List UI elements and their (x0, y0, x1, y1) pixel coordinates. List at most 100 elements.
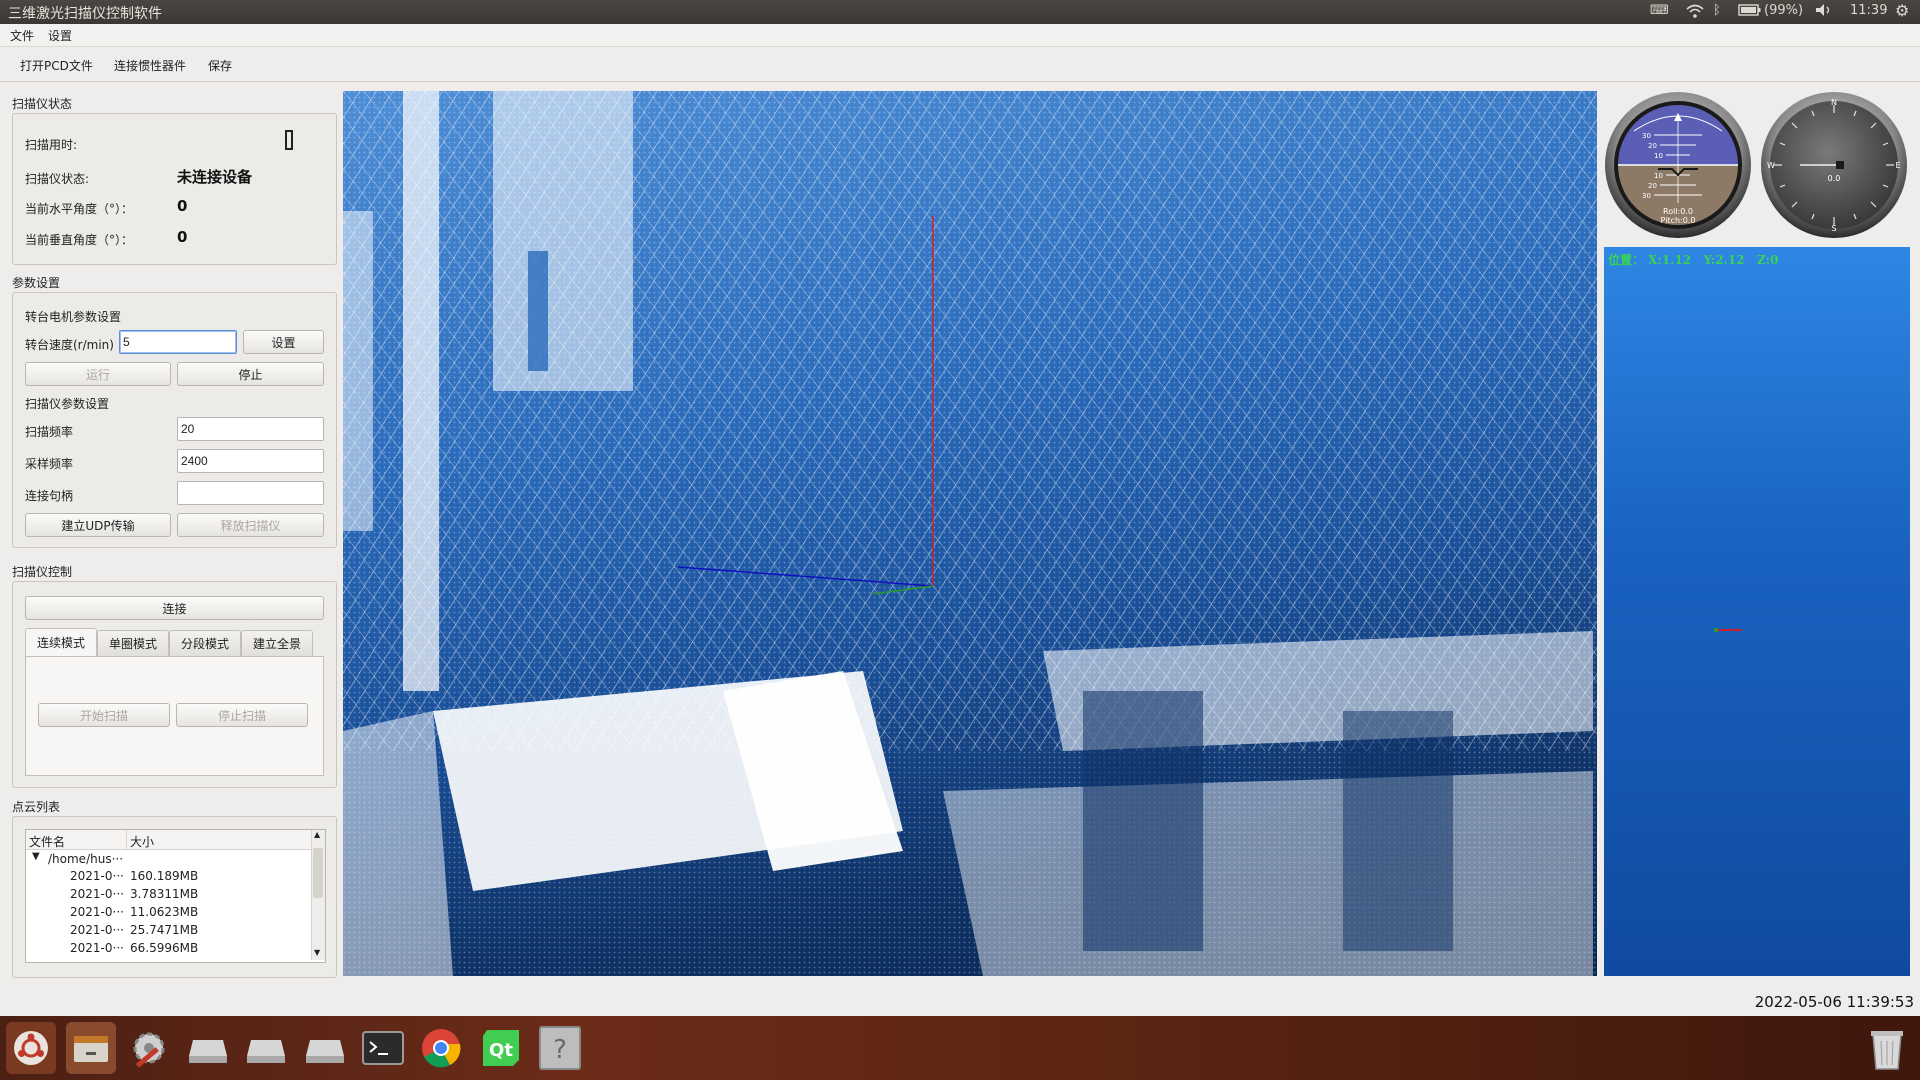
scroll-thumb[interactable] (313, 848, 323, 898)
tab-segment[interactable]: 分段模式 (169, 630, 241, 656)
point-cloud-viewer[interactable] (343, 91, 1597, 976)
scan-freq-label: 扫描频率 (25, 425, 74, 439)
keyboard-icon[interactable]: ⌨ (1650, 3, 1669, 18)
vertical-scrollbar[interactable]: ▲ ▼ (311, 830, 325, 960)
volume-icon[interactable] (1815, 3, 1833, 21)
qt-creator-icon[interactable]: Qt (476, 1022, 526, 1074)
udp-button[interactable]: 建立UDP传输 (25, 513, 171, 537)
connect-imu-button[interactable]: 连接惯性器件 (114, 57, 186, 74)
speed-input[interactable] (119, 330, 237, 354)
top-panel: 三维激光扫描仪控制软件 ⌨ ᛒ (99%) 11:39 ⚙ (0, 0, 1920, 24)
file-name: 2021-0··· (70, 887, 124, 901)
params-group-title: 参数设置 (12, 276, 61, 290)
scroll-down-icon[interactable]: ▼ (314, 948, 320, 957)
files-icon[interactable] (66, 1022, 116, 1074)
battery-percent: (99%) (1764, 3, 1804, 18)
open-pcd-button[interactable]: 打开PCD文件 (20, 57, 93, 74)
file-size: 66.5996MB (130, 941, 199, 955)
compass-s: S (1831, 224, 1836, 233)
speed-label: 转台速度(r/min) (25, 338, 114, 352)
file-name: 2021-0··· (70, 869, 124, 883)
set-speed-button[interactable]: 设置 (243, 330, 324, 354)
position-marker-origin (1714, 628, 1718, 632)
sample-freq-input[interactable] (177, 449, 324, 473)
battery-icon[interactable] (1738, 3, 1762, 21)
cloud-list-title: 点云列表 (12, 800, 61, 814)
compass: N E S W 0.0 (1760, 91, 1908, 239)
tab-continuous[interactable]: 连续模式 (25, 628, 97, 656)
trash-icon[interactable] (1862, 1022, 1912, 1074)
pitch-mark: 10 (1654, 172, 1663, 180)
chrome-icon[interactable] (416, 1022, 466, 1074)
mode-tabs: 连续模式 单圈模式 分段模式 建立全景 (25, 628, 324, 658)
menu-file[interactable]: 文件 (10, 27, 34, 44)
pitch-mark: 10 (1654, 152, 1663, 160)
file-size: 11.0623MB (130, 905, 199, 919)
header-size[interactable]: 大小 (130, 833, 154, 850)
ubuntu-icon[interactable] (6, 1022, 56, 1074)
settings-tools-icon[interactable] (124, 1022, 174, 1074)
release-scanner-button[interactable]: 释放扫描仪 (177, 513, 324, 537)
pitch-mark: 30 (1642, 192, 1651, 200)
file-name: 2021-0··· (70, 941, 124, 955)
pitch-mark: 30 (1642, 132, 1651, 140)
attitude-indicator: 30 20 10 10 20 30 Roll:0.0 Pitch:0.0 (1604, 91, 1752, 239)
tab-panorama[interactable]: 建立全景 (241, 630, 313, 656)
status-datetime: 2022-05-06 11:39:53 (1754, 993, 1914, 1011)
motor-params-title: 转台电机参数设置 (25, 310, 122, 324)
control-group-title: 扫描仪控制 (12, 565, 73, 579)
file-name: 2021-0··· (70, 923, 124, 937)
terminal-icon[interactable] (358, 1022, 408, 1074)
stop-motor-button[interactable]: 停止 (177, 362, 324, 386)
status-group: 扫描用时: 扫描仪状态: 未连接设备 当前水平角度（°）： 0 当前垂直角度（°… (12, 113, 337, 265)
save-button[interactable]: 保存 (208, 57, 232, 74)
roll-text: Roll:0.0 (1663, 207, 1693, 216)
position-marker (1716, 629, 1742, 631)
expand-arrow-icon[interactable]: ▼ (32, 851, 40, 862)
compass-e: E (1895, 161, 1900, 170)
bluetooth-icon[interactable]: ᛒ (1713, 3, 1721, 18)
stop-scan-button[interactable]: 停止扫描 (176, 703, 308, 727)
disk-icon[interactable] (300, 1022, 350, 1074)
status-group-title: 扫描仪状态 (12, 97, 73, 111)
cloud-tree[interactable]: 文件名 大小 ▼ /home/hus··· 2021-0··· 160.189M… (25, 829, 326, 963)
v-angle-value: 0 (177, 228, 188, 246)
tree-header: 文件名 大小 (26, 830, 311, 850)
params-group: 转台电机参数设置 转台速度(r/min) 设置 运行 停止 扫描仪参数设置 扫描… (12, 292, 337, 548)
connect-button[interactable]: 连接 (25, 596, 324, 620)
header-filename[interactable]: 文件名 (29, 833, 65, 850)
handle-input[interactable] (177, 481, 324, 505)
wifi-icon[interactable] (1686, 3, 1704, 23)
gear-icon[interactable]: ⚙ (1895, 1, 1909, 20)
start-scan-button[interactable]: 开始扫描 (38, 703, 170, 727)
scroll-up-icon[interactable]: ▲ (314, 830, 320, 839)
scan-time-display (285, 130, 293, 150)
file-size: 25.7471MB (130, 923, 199, 937)
cloud-list-group: 文件名 大小 ▼ /home/hus··· 2021-0··· 160.189M… (12, 816, 337, 978)
point-cloud-render[interactable] (343, 91, 1597, 976)
tab-panel: 开始扫描 停止扫描 (25, 656, 324, 776)
run-button[interactable]: 运行 (25, 362, 171, 386)
menubar: 文件 设置 (0, 24, 1920, 47)
scan-time-label: 扫描用时: (25, 138, 78, 152)
control-group: 连接 连续模式 单圈模式 分段模式 建立全景 开始扫描 停止扫描 (12, 581, 337, 788)
position-panel[interactable]: 位置： X:1.12 Y:2.12 Z:0 (1604, 247, 1910, 976)
file-size: 3.78311MB (130, 887, 199, 901)
pitch-text: Pitch:0.0 (1661, 216, 1696, 225)
position-text: 位置： X:1.12 Y:2.12 Z:0 (1608, 253, 1779, 267)
window-title: 三维激光扫描仪控制软件 (8, 6, 162, 22)
disk-icon[interactable] (241, 1022, 291, 1074)
scan-freq-input[interactable] (177, 417, 324, 441)
handle-label: 连接句柄 (25, 489, 74, 503)
scanner-params-title: 扫描仪参数设置 (25, 397, 110, 411)
unknown-app-icon[interactable]: ? (535, 1022, 585, 1074)
h-angle-label: 当前水平角度（°）： (25, 202, 134, 216)
tab-single[interactable]: 单圈模式 (97, 630, 169, 656)
clock-text[interactable]: 11:39 (1850, 3, 1887, 18)
file-size: 160.189MB (130, 869, 199, 883)
disk-icon[interactable] (183, 1022, 233, 1074)
scanner-state-value: 未连接设备 (177, 168, 253, 186)
menu-settings[interactable]: 设置 (48, 27, 72, 44)
file-name: 2021-0··· (70, 905, 124, 919)
pitch-mark: 20 (1648, 182, 1657, 190)
